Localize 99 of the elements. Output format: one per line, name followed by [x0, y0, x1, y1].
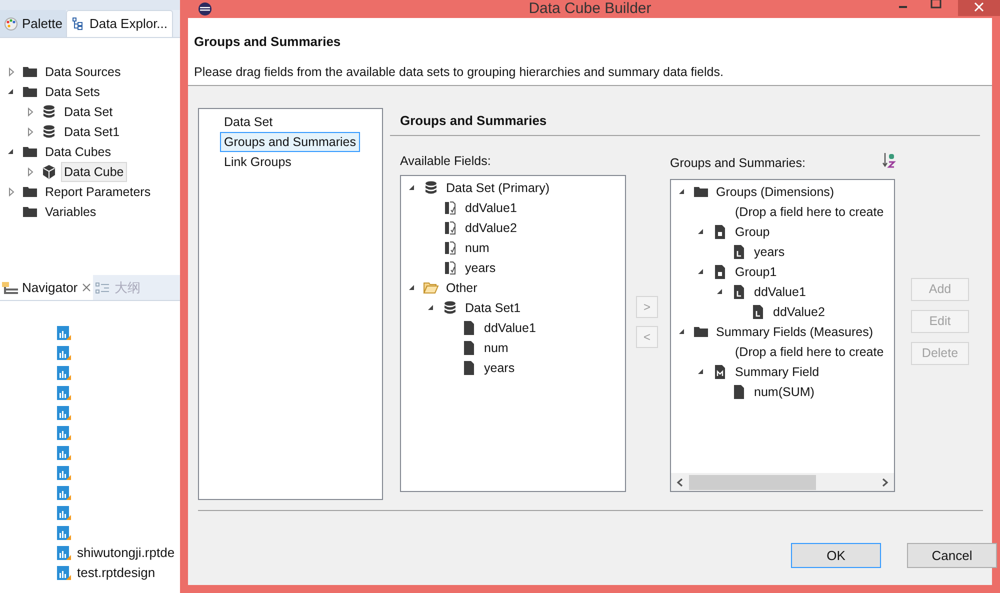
- tree-item[interactable]: Group: [732, 222, 773, 242]
- sort-icon[interactable]: [882, 152, 896, 168]
- folder-icon: [22, 204, 38, 220]
- report-file-icon: [56, 345, 72, 361]
- report-file-icon: [56, 405, 72, 421]
- field-icon: [442, 260, 458, 276]
- folder-icon: [22, 184, 38, 200]
- scrollbar-thumb[interactable]: [689, 474, 816, 490]
- tree-item[interactable]: Data Set1: [61, 122, 123, 142]
- dialog-button[interactable]: OK: [791, 543, 881, 568]
- document-icon: [712, 224, 728, 240]
- page-description: Please drag fields from the available data sets to grouping hierarchies and summary data fields.: [194, 64, 724, 81]
- tree-item[interactable]: num(SUM): [751, 382, 818, 402]
- tree-item[interactable]: num: [481, 338, 512, 358]
- tree-item[interactable]: Report Parameters: [42, 182, 154, 202]
- tree-item[interactable]: Summary Field: [732, 362, 822, 382]
- tree-item[interactable]: Variables: [42, 202, 100, 222]
- database-icon: [442, 300, 458, 316]
- close-icon[interactable]: [82, 283, 91, 292]
- tree-item[interactable]: num: [462, 238, 492, 258]
- tree-item[interactable]: Data Cube: [61, 162, 127, 182]
- tree-item[interactable]: Data Sources: [42, 62, 124, 82]
- tree-item[interactable]: years: [462, 258, 499, 278]
- tree-item[interactable]: years: [481, 358, 518, 378]
- document-icon: [712, 364, 728, 380]
- document-icon: [731, 244, 747, 260]
- tree-item[interactable]: ddValue1: [462, 198, 520, 218]
- tree-item[interactable]: ddValue1: [481, 318, 539, 338]
- database-icon: [423, 180, 439, 196]
- tree-item[interactable]: ddValue2: [462, 218, 520, 238]
- page-list-item[interactable]: Groups and Summaries: [220, 132, 360, 152]
- database-icon: [41, 104, 57, 120]
- document-icon: [731, 284, 747, 300]
- document-icon: [750, 304, 766, 320]
- field-icon: [442, 240, 458, 256]
- window-title: Data Cube Builder: [528, 0, 652, 19]
- tree-item[interactable]: ddValue1: [751, 282, 809, 302]
- report-file-icon: [56, 525, 72, 541]
- folder-icon: [22, 144, 38, 160]
- report-file-icon: [56, 465, 72, 481]
- folder-icon: [693, 324, 709, 340]
- report-file-icon: [56, 425, 72, 441]
- tree-item[interactable]: (Drop a field here to create: [732, 342, 887, 362]
- tree-item[interactable]: Group1: [732, 262, 780, 282]
- horizontal-scrollbar[interactable]: [671, 473, 894, 491]
- page-list-item[interactable]: Data Set: [220, 112, 277, 132]
- tree-view-icon: [71, 17, 86, 31]
- file-name[interactable]: shiwutongji.rptde: [77, 543, 175, 563]
- database-icon: [41, 124, 57, 140]
- panel-tab[interactable]: Data Explor...: [66, 10, 173, 37]
- scroll-right-icon[interactable]: [882, 478, 889, 486]
- folder-tree-icon: [2, 282, 18, 294]
- outline-icon: [94, 282, 111, 294]
- field-label: Groups and Summaries:: [670, 155, 806, 172]
- section-heading: Groups and Summaries: [400, 112, 547, 130]
- document-icon: [461, 320, 477, 336]
- report-file-icon: [56, 485, 72, 501]
- report-file-icon: [56, 545, 72, 561]
- folder-icon: [22, 84, 38, 100]
- palette-icon: [4, 16, 18, 30]
- report-file-icon: [56, 365, 72, 381]
- tree-item[interactable]: (Drop a field here to create: [732, 202, 887, 222]
- close-button[interactable]: [958, 0, 1000, 16]
- tree-item[interactable]: Summary Fields (Measures): [713, 322, 876, 342]
- tree-item[interactable]: Data Set: [61, 102, 116, 122]
- maximize-icon[interactable]: [930, 0, 942, 10]
- tree-item[interactable]: Other: [443, 278, 480, 298]
- tree-item[interactable]: Data Set (Primary): [443, 178, 552, 198]
- tree-item[interactable]: years: [751, 242, 788, 262]
- report-file-icon: [56, 505, 72, 521]
- report-file-icon: [56, 565, 72, 581]
- document-icon: [461, 340, 477, 356]
- open-folder-icon: [423, 280, 439, 296]
- report-file-icon: [56, 445, 72, 461]
- dialog-button[interactable]: Cancel: [907, 543, 997, 568]
- app-icon: [198, 2, 212, 16]
- tree-item[interactable]: Groups (Dimensions): [713, 182, 838, 202]
- cube-icon: [41, 164, 57, 180]
- panel-tab[interactable]: Palette: [0, 10, 66, 37]
- folder-icon: [22, 64, 38, 80]
- report-file-icon: [56, 325, 72, 341]
- tree-item[interactable]: ddValue2: [770, 302, 828, 322]
- panel-tab[interactable]: Navigator: [0, 275, 93, 300]
- scroll-left-icon[interactable]: [676, 478, 683, 486]
- document-icon: [712, 264, 728, 280]
- page-list-item[interactable]: Link Groups: [220, 152, 296, 172]
- field-icon: [442, 220, 458, 236]
- report-file-icon: [56, 385, 72, 401]
- document-icon: [461, 360, 477, 376]
- document-icon: [731, 384, 747, 400]
- tree-item[interactable]: Data Cubes: [42, 142, 114, 162]
- file-name[interactable]: test.rptdesign: [77, 563, 156, 583]
- tree-item[interactable]: Data Sets: [42, 82, 103, 102]
- folder-icon: [693, 184, 709, 200]
- page-heading: Groups and Summaries: [194, 33, 342, 51]
- close-icon: [974, 2, 984, 12]
- tree-item[interactable]: Data Set1: [462, 298, 524, 318]
- field-icon: [442, 200, 458, 216]
- field-label: Available Fields:: [400, 153, 491, 170]
